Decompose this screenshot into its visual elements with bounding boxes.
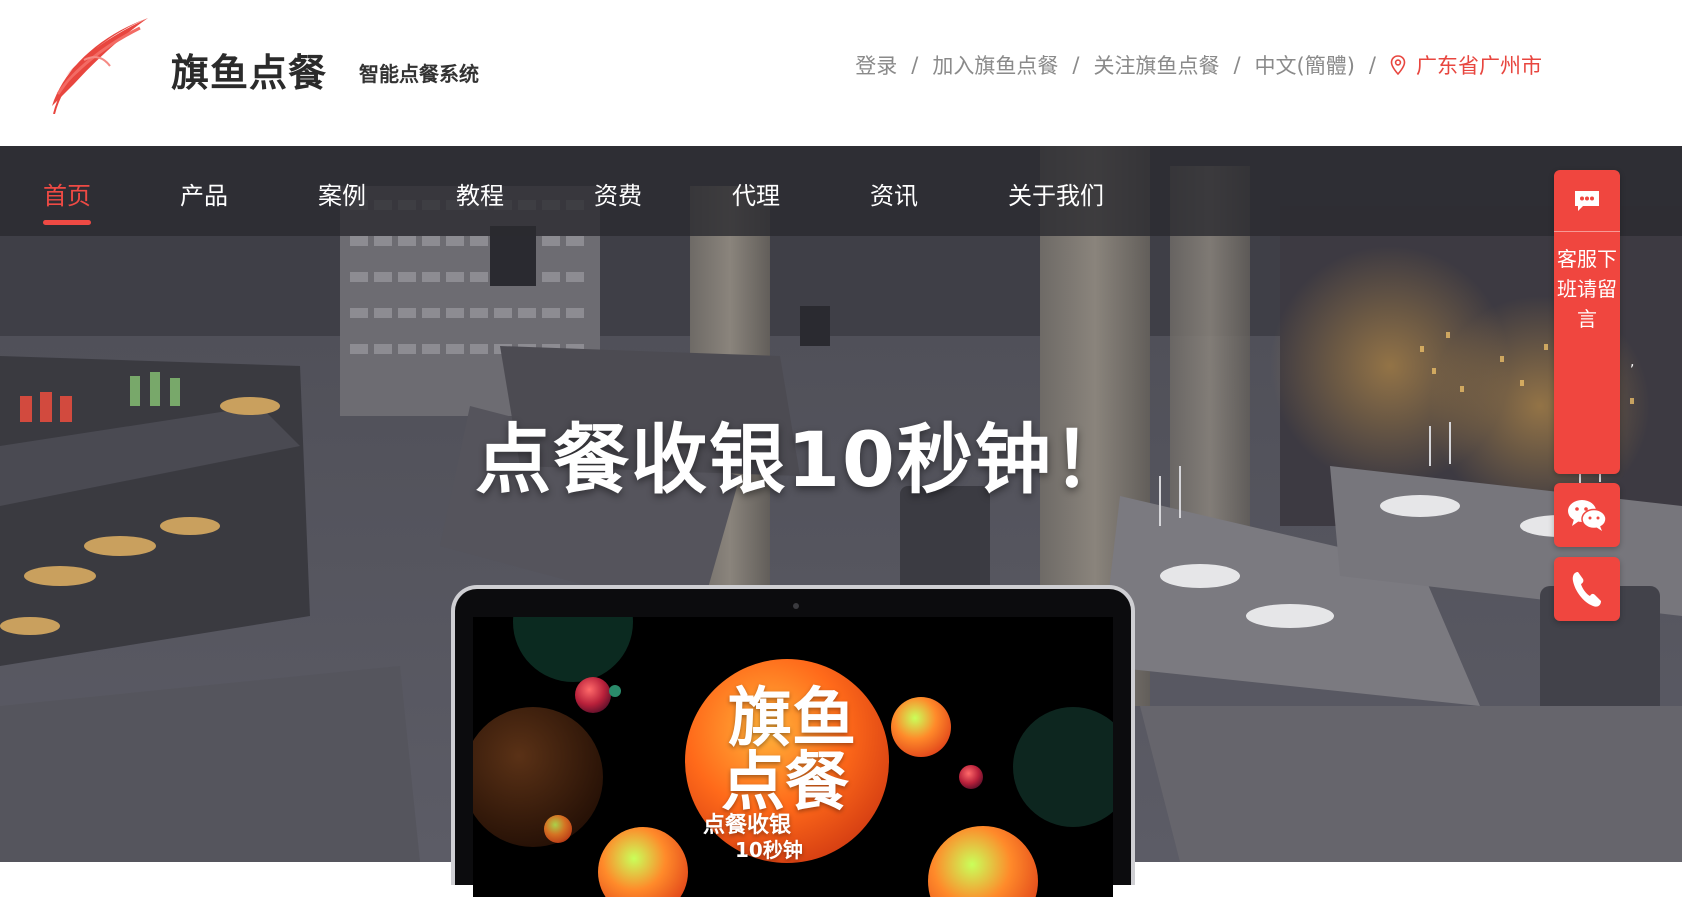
nav-active-indicator (43, 220, 91, 225)
nav-item-news[interactable]: 资讯 (870, 176, 918, 211)
top-links: 登录 / 加入旗鱼点餐 / 关注旗鱼点餐 / 中文(簡體) / 广东省广州市 (855, 50, 1542, 80)
customer-service-widget[interactable]: 客服下班请留言 (1554, 170, 1620, 474)
nav-item-pricing[interactable]: 资费 (594, 176, 642, 211)
logo-icon[interactable] (44, 14, 154, 114)
brand-name[interactable]: 旗鱼点餐 (171, 42, 327, 97)
location-selector[interactable]: 广东省广州市 (1390, 50, 1542, 80)
nav-item-agent[interactable]: 代理 (732, 176, 780, 211)
laptop-screen: 旗鱼 点餐 点餐收银 10秒钟 (473, 617, 1113, 897)
link-separator: / (1233, 53, 1241, 77)
join-link[interactable]: 加入旗鱼点餐 (932, 50, 1058, 80)
hero-headline: 点餐收银10秒钟！ (475, 415, 1131, 504)
chat-status-text: 客服下班请留言 (1557, 247, 1617, 331)
stray-mark: , (1630, 354, 1635, 370)
login-link[interactable]: 登录 (855, 50, 897, 80)
site-header: 旗鱼点餐 智能点餐系统 登录 / 加入旗鱼点餐 / 关注旗鱼点餐 / 中文(簡體… (0, 0, 1682, 146)
brand-slogan: 智能点餐系统 (359, 62, 479, 86)
screen-brand-line1: 旗鱼 (728, 682, 856, 756)
link-separator: / (911, 53, 919, 77)
phone-button[interactable] (1554, 557, 1620, 621)
wechat-button[interactable] (1554, 483, 1620, 547)
link-separator: / (1072, 53, 1080, 77)
follow-link[interactable]: 关注旗鱼点餐 (1093, 50, 1219, 80)
location-label: 广东省广州市 (1416, 54, 1542, 78)
screen-tagline2: 10秒钟 (735, 838, 803, 862)
wechat-icon (1568, 500, 1607, 531)
laptop-mockup: 旗鱼 点餐 点餐收银 10秒钟 (451, 585, 1135, 897)
nav-item-about[interactable]: 关于我们 (1008, 176, 1104, 211)
screen-tagline1: 点餐收银 (703, 813, 792, 838)
phone-icon (1572, 572, 1601, 607)
main-nav: 首页 产品 案例 教程 资费 代理 资讯 关于我们 (0, 146, 1682, 236)
chat-header (1554, 170, 1620, 232)
nav-item-home[interactable]: 首页 (43, 176, 91, 211)
language-switch[interactable]: 中文(簡體) (1255, 50, 1355, 80)
nav-item-tutorials[interactable]: 教程 (456, 176, 504, 211)
nav-item-cases[interactable]: 案例 (318, 176, 366, 211)
link-separator: / (1368, 53, 1376, 77)
screen-brand-line2: 点餐 (721, 746, 849, 820)
chat-bubble-icon (1575, 190, 1599, 211)
location-pin-icon (1390, 55, 1406, 75)
laptop-camera (793, 603, 799, 609)
nav-item-products[interactable]: 产品 (180, 176, 228, 211)
